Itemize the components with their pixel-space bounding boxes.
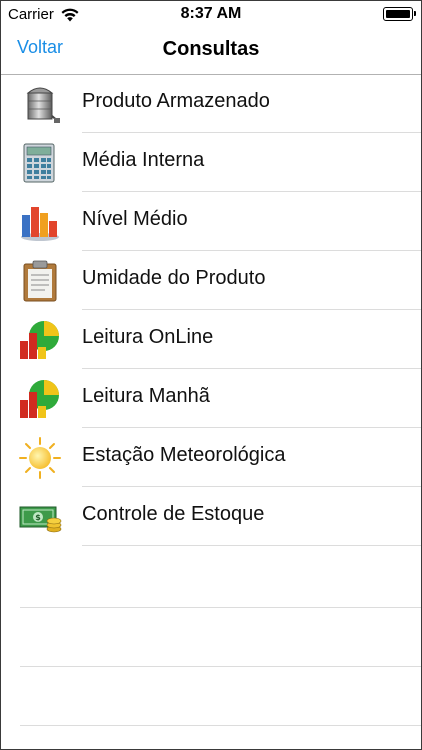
bar-chart-icon: [21, 207, 59, 241]
list-item-label: Leitura OnLine: [82, 326, 214, 348]
list-item-label: Estação Meteorológica: [82, 444, 286, 466]
status-bar: Carrier 8:37 AM: [0, 0, 422, 30]
list-item-controle-de-estoque[interactable]: $ Controle de Estoque: [0, 487, 422, 546]
list-item-label: Umidade do Produto: [82, 267, 266, 289]
navigation-bar: Voltar Consultas: [0, 30, 422, 75]
list-item-umidade-do-produto[interactable]: Umidade do Produto: [0, 251, 422, 310]
page-title: Consultas: [162, 38, 260, 60]
list-item-label: Nível Médio: [82, 208, 188, 230]
silo-icon: [26, 87, 60, 123]
list-item-estacao-meteorologica[interactable]: Estação Meteorológica: [0, 428, 422, 487]
list-item-label: Média Interna: [82, 149, 205, 171]
sun-icon: [19, 437, 61, 479]
calculator-icon: [23, 143, 55, 183]
list-item-leitura-manha[interactable]: Leitura Manhã: [0, 369, 422, 428]
consultas-list: Produto Armazenado Média Interna Nível M…: [0, 74, 422, 546]
battery-icon: [383, 7, 416, 21]
empty-row-separator: [20, 725, 422, 726]
chart-pie-icon: [20, 380, 59, 418]
list-item-produto-armazenado[interactable]: Produto Armazenado: [0, 74, 422, 133]
list-item-label: Controle de Estoque: [82, 503, 265, 525]
money-icon: $: [19, 506, 62, 533]
screen: Carrier 8:37 AM Voltar Consultas Produto…: [0, 0, 422, 750]
chart-pie-icon: [20, 321, 59, 359]
empty-row-separator: [20, 607, 422, 608]
list-item-label: Leitura Manhã: [82, 385, 210, 407]
status-time: 8:37 AM: [180, 5, 242, 22]
svg-text:$: $: [35, 513, 41, 522]
battery-fill: [386, 10, 410, 18]
clipboard-icon: [23, 260, 57, 302]
list-item-media-interna[interactable]: Média Interna: [0, 133, 422, 192]
empty-row-separator: [20, 666, 422, 667]
list-item-nivel-medio[interactable]: Nível Médio: [0, 192, 422, 251]
list-item-leitura-online[interactable]: Leitura OnLine: [0, 310, 422, 369]
list-item-label: Produto Armazenado: [82, 90, 270, 112]
